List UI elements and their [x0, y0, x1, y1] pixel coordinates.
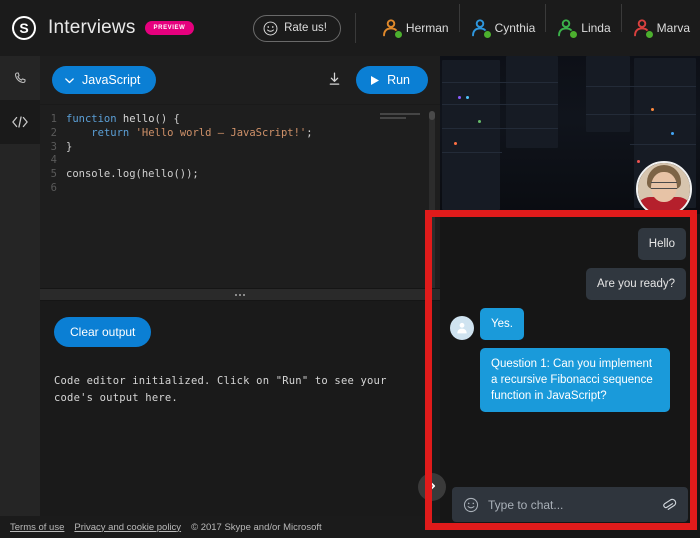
participant-name: Linda: [581, 21, 611, 35]
participant-name: Cynthia: [494, 21, 536, 35]
status-badge: [482, 30, 492, 39]
line-number: 3: [50, 140, 57, 153]
line-number: 5: [50, 168, 57, 181]
right-column: Hello Are you ready? Yes. Question 1: Can y…: [440, 56, 700, 538]
code-minimap: [380, 113, 424, 127]
page-title: Interviews: [48, 17, 136, 38]
run-label: Run: [387, 73, 410, 87]
collapse-panel-button[interactable]: [418, 473, 446, 501]
self-view-video[interactable]: [636, 161, 692, 214]
person-icon: [380, 17, 403, 39]
editor-scrollbar[interactable]: [429, 111, 435, 289]
smiley-icon: [263, 21, 278, 36]
editor-toolbar: JavaScript Run: [40, 56, 440, 104]
participant-name: Marva: [656, 21, 690, 35]
rail-item-code[interactable]: [0, 100, 40, 144]
copyright-text: © 2017 Skype and/or Microsoft: [191, 521, 322, 533]
left-rail: [0, 56, 40, 516]
code-text: return 'Hello world – JavaScript!';: [91, 126, 313, 139]
output-text: Code editor initialized. Click on "Run" …: [54, 375, 387, 405]
drag-dots-icon: [235, 293, 245, 296]
line-number: 6: [50, 181, 57, 194]
message-list: Hello Are you ready? Yes. Question 1: Can y…: [440, 214, 700, 479]
chat-composer: [440, 479, 700, 538]
participant-cynthia[interactable]: Cynthia: [458, 4, 546, 39]
participant-list: Herman Cynthia Linda Marva: [370, 4, 700, 39]
download-button[interactable]: [317, 67, 352, 94]
chat-message: Are you ready?: [450, 268, 686, 300]
participant-marva[interactable]: Marva: [620, 4, 700, 39]
line-number: 4: [50, 154, 57, 167]
message-bubble: Question 1: Can you implement a recursiv…: [480, 348, 670, 412]
footer: Terms of use Privacy and cookie policy ©…: [0, 516, 440, 538]
chat-panel: Hello Are you ready? Yes. Question 1: Can y…: [440, 214, 700, 538]
code-icon: [11, 115, 29, 129]
skype-logo-icon: S: [12, 16, 36, 40]
privacy-policy-link[interactable]: Privacy and cookie policy: [74, 522, 181, 533]
line-number: 2: [50, 126, 57, 139]
message-bubble: Are you ready?: [586, 268, 686, 300]
rail-item-call[interactable]: [0, 56, 40, 100]
message-bubble: Yes.: [480, 308, 524, 340]
preview-badge: PREVIEW: [144, 21, 195, 35]
code-line: 6: [40, 182, 440, 196]
chevron-right-icon: [426, 480, 438, 495]
svg-text:S: S: [19, 20, 28, 36]
output-pane: Clear output Code editor initialized. Cl…: [40, 301, 440, 516]
video-stage[interactable]: [440, 56, 700, 214]
avatar: [450, 316, 474, 340]
call-icon: [12, 70, 28, 86]
code-line: 4: [40, 154, 440, 168]
code-editor[interactable]: 1 function hello() { 2 return 'Hello world…: [40, 104, 440, 289]
code-text: function hello() {: [66, 113, 180, 125]
skype-interviews-app: S Interviews PREVIEW Rate us! Herman Cyn…: [0, 0, 700, 538]
toolbar-divider: [354, 13, 356, 43]
code-line: 2 return 'Hello world – JavaScript!';: [40, 127, 440, 141]
terms-of-use-link[interactable]: Terms of use: [10, 522, 64, 533]
participant-name: Herman: [405, 21, 449, 35]
language-label: JavaScript: [82, 73, 141, 87]
person-icon: [469, 17, 492, 39]
clear-output-button[interactable]: Clear output: [54, 317, 152, 348]
code-text: console.log(hello());: [66, 168, 199, 181]
code-line: 5 console.log(hello());: [40, 168, 440, 182]
run-button[interactable]: Run: [356, 66, 428, 94]
top-bar: S Interviews PREVIEW Rate us! Herman Cyn…: [0, 0, 700, 56]
chat-message: Yes.: [450, 308, 686, 340]
participant-linda[interactable]: Linda: [545, 4, 620, 39]
rate-us-button[interactable]: Rate us!: [253, 14, 341, 42]
play-icon: [370, 75, 380, 86]
chevron-down-icon: [64, 75, 75, 86]
paperclip-icon[interactable]: [660, 496, 677, 513]
status-badge: [393, 30, 403, 39]
language-selector[interactable]: JavaScript: [52, 66, 157, 94]
person-icon: [555, 17, 579, 39]
message-bubble: Hello: [637, 228, 686, 260]
pane-resize-handle[interactable]: [40, 288, 440, 302]
rate-us-label: Rate us!: [284, 22, 327, 34]
person-icon: [631, 17, 654, 39]
chat-message: Hello: [450, 228, 686, 260]
participant-herman[interactable]: Herman: [370, 17, 459, 39]
status-badge: [644, 30, 654, 39]
editor-column: JavaScript Run 1 function hello() {2 re…: [40, 56, 440, 516]
chat-message: Question 1: Can you implement a recursiv…: [450, 348, 686, 412]
smiley-icon[interactable]: [463, 497, 479, 513]
code-line: 3}: [40, 141, 440, 155]
download-icon: [327, 71, 342, 90]
chat-composer-inner: [452, 487, 688, 522]
chat-input[interactable]: [488, 497, 651, 512]
line-number: 1: [50, 113, 57, 125]
code-text: }: [66, 140, 73, 153]
